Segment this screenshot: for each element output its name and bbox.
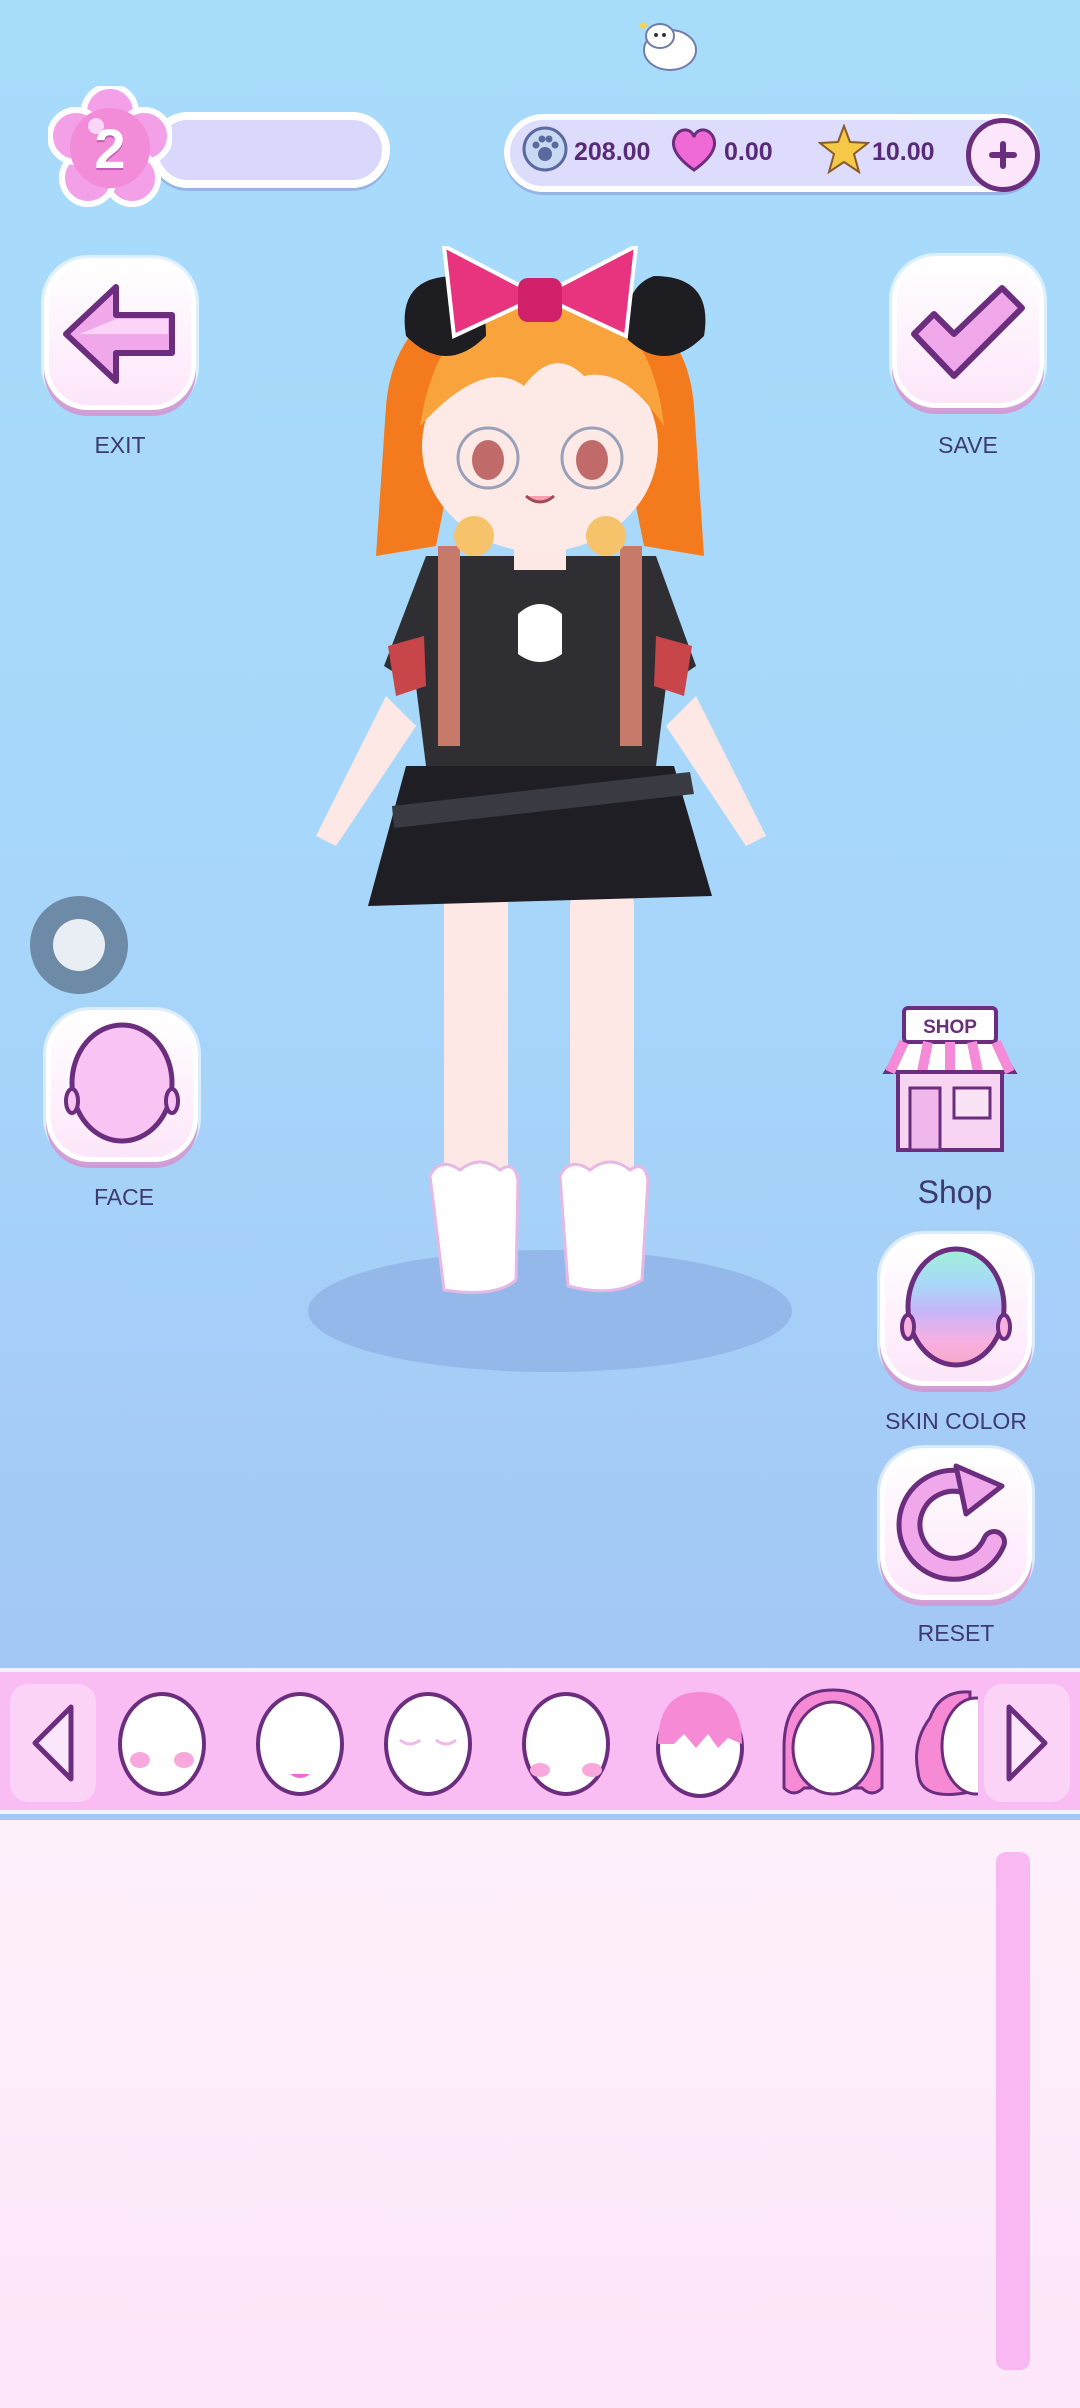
- skin-color-button[interactable]: [880, 1234, 1032, 1386]
- character-avatar[interactable]: [296, 242, 784, 1326]
- paws-value: 208.00: [574, 138, 651, 166]
- content-panel: [0, 1820, 1080, 2408]
- plus-icon: [989, 141, 1017, 169]
- strip-item-hair-pink-bob[interactable]: [776, 1688, 890, 1800]
- save-button[interactable]: [892, 256, 1044, 408]
- face-button[interactable]: [46, 1010, 198, 1162]
- add-currency-button[interactable]: [966, 118, 1040, 192]
- heart-icon: [668, 124, 720, 174]
- strip-next-button[interactable]: [984, 1684, 1070, 1802]
- face-icon: [64, 1022, 180, 1144]
- mascot-dog-icon: [628, 14, 702, 78]
- shop-sign-text: SHOP: [923, 1017, 977, 1038]
- chevron-left-icon: [32, 1704, 74, 1782]
- strip-item-face-cheeks[interactable]: [516, 1688, 616, 1800]
- strip-item-face-smile[interactable]: [250, 1688, 350, 1800]
- panel-scrollbar[interactable]: [996, 1852, 1030, 2370]
- record-icon: [53, 919, 105, 971]
- chevron-right-icon: [1006, 1704, 1048, 1782]
- strip-item-face-closed-eyes[interactable]: [378, 1688, 478, 1800]
- skin-color-label: SKIN COLOR: [885, 1408, 1027, 1434]
- back-arrow-icon: [63, 284, 175, 384]
- strip-item-face-blush[interactable]: [112, 1688, 212, 1800]
- exit-label: EXIT: [94, 432, 146, 458]
- record-button[interactable]: [30, 896, 128, 994]
- face-label: FACE: [93, 1184, 155, 1210]
- reset-icon: [896, 1463, 1007, 1582]
- shop-label: Shop: [917, 1174, 993, 1210]
- checkmark-icon: [911, 285, 1025, 379]
- level-number: 2: [94, 116, 126, 180]
- strip-item-hair-pink-bangs[interactable]: [650, 1688, 750, 1800]
- hearts-value: 0.00: [724, 138, 773, 166]
- strip-prev-button[interactable]: [10, 1684, 96, 1802]
- strip-item-hair-pink-ponytail[interactable]: [910, 1688, 978, 1800]
- level-progress-bar: [150, 112, 390, 188]
- star-icon: [817, 123, 871, 175]
- reset-button[interactable]: [880, 1448, 1032, 1600]
- reset-label: RESET: [917, 1620, 995, 1646]
- exit-button[interactable]: [44, 258, 196, 410]
- paw-coin-icon: [522, 126, 568, 172]
- rainbow-head-icon: [900, 1246, 1012, 1368]
- save-label: SAVE: [938, 432, 998, 458]
- stars-value: 10.00: [872, 138, 935, 166]
